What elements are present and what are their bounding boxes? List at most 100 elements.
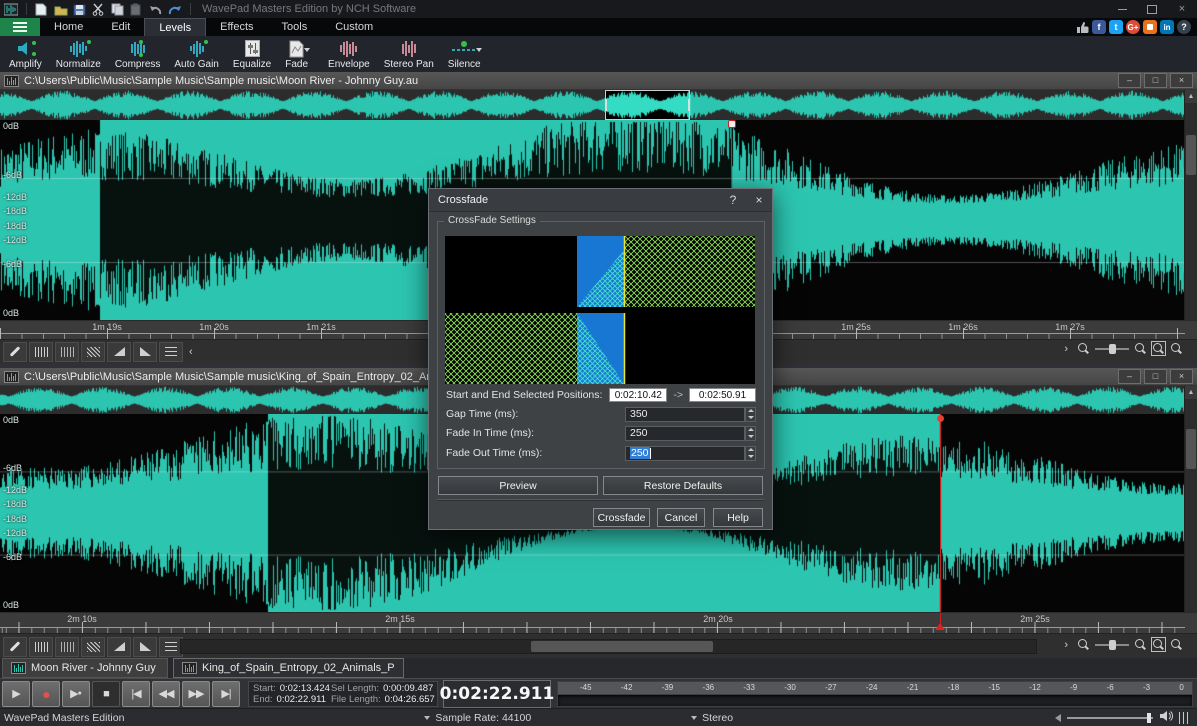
fade-out-tool-icon[interactable] — [133, 342, 157, 362]
fade-out-spinner[interactable] — [745, 446, 756, 461]
track2-playback-cursor[interactable] — [940, 414, 941, 612]
fast-forward-button[interactable]: ▶▶ — [182, 681, 210, 707]
normalize-button[interactable]: Normalize — [49, 38, 108, 72]
file-tab-moon-river[interactable]: Moon River - Johnny Guy — [2, 658, 168, 678]
equalize-button[interactable]: Equalize — [226, 38, 278, 72]
spectrum-view-icon[interactable] — [81, 637, 105, 657]
fade-in-input[interactable]: 250 — [625, 426, 745, 441]
waveform-view-icon[interactable] — [29, 342, 53, 362]
bookmark-list-icon[interactable] — [159, 342, 183, 362]
track2-time-ruler[interactable]: 2m 10s 2m 15s 2m 20s 2m 25s — [0, 612, 1197, 633]
restore-defaults-button[interactable]: Restore Defaults — [603, 476, 763, 495]
zoom-out-icon[interactable] — [1077, 638, 1090, 651]
end-position-input[interactable]: 0:02:50.91 — [689, 388, 756, 402]
undo-icon[interactable] — [149, 3, 163, 16]
auto-gain-button[interactable]: Auto Gain — [167, 38, 225, 72]
play-button[interactable]: ▶ — [2, 681, 30, 707]
skip-to-end-button[interactable]: ▶| — [212, 681, 240, 707]
tab-custom[interactable]: Custom — [321, 18, 387, 36]
track1-viewport-box[interactable] — [605, 90, 690, 120]
track1-close-button[interactable]: × — [1170, 73, 1193, 88]
silence-button[interactable]: Silence — [441, 38, 488, 72]
draw-tool-icon[interactable] — [3, 637, 27, 657]
record-button[interactable]: ● — [32, 681, 60, 707]
track1-overview[interactable]: ▲ — [0, 90, 1197, 120]
fade-out-tool-icon[interactable] — [133, 637, 157, 657]
speaker-icon[interactable] — [1159, 710, 1173, 725]
track1-minimize-button[interactable]: – — [1118, 73, 1141, 88]
dual-waveform-view-icon[interactable] — [55, 637, 79, 657]
window-minimize-button[interactable] — [1107, 1, 1137, 18]
fade-in-tool-icon[interactable] — [107, 637, 131, 657]
tab-edit[interactable]: Edit — [97, 18, 144, 36]
zoom-selection-icon[interactable] — [1152, 342, 1165, 355]
zoom-in-icon[interactable] — [1134, 342, 1147, 355]
track2-hscroll-thumb[interactable] — [531, 641, 713, 652]
track2-cursor-marker[interactable] — [937, 415, 944, 422]
zoom-out-icon[interactable] — [1077, 342, 1090, 355]
track2-minimize-button[interactable]: – — [1118, 369, 1141, 384]
menu-hamburger-button[interactable] — [0, 18, 40, 36]
envelope-button[interactable]: Envelope — [321, 38, 377, 72]
compress-button[interactable]: Compress — [108, 38, 168, 72]
paste-icon[interactable] — [130, 3, 144, 16]
stop-button[interactable]: ■ — [92, 681, 120, 707]
cut-icon[interactable] — [92, 3, 106, 16]
fade-dropdown-caret[interactable] — [304, 48, 310, 52]
zoom-slider[interactable] — [1095, 644, 1129, 646]
track2-close-button[interactable]: × — [1170, 369, 1193, 384]
zoom-in-icon[interactable] — [1134, 638, 1147, 651]
amplify-button[interactable]: Amplify — [2, 38, 49, 72]
silence-dropdown-caret[interactable] — [476, 48, 482, 52]
open-folder-icon[interactable] — [54, 3, 68, 16]
channels-selector[interactable]: Stereo — [691, 712, 733, 724]
fade-out-input[interactable]: 250 — [625, 446, 745, 461]
like-icon[interactable] — [1075, 20, 1089, 34]
crossfade-dialog-title-bar[interactable]: Crossfade ? × — [429, 189, 772, 212]
play-from-cursor-button[interactable]: ▶● — [62, 681, 90, 707]
start-position-input[interactable]: 0:02:10.42 — [609, 388, 667, 402]
volume-slider-thumb[interactable] — [1147, 713, 1151, 723]
track2-scroll-up-button[interactable]: ▲ — [1185, 386, 1197, 399]
window-close-button[interactable]: × — [1167, 1, 1197, 18]
dialog-close-button[interactable]: × — [746, 190, 772, 210]
preview-button[interactable]: Preview — [438, 476, 598, 495]
track2-maximize-button[interactable]: □ — [1144, 369, 1167, 384]
googleplus-icon[interactable]: G+ — [1126, 20, 1140, 34]
stereo-pan-button[interactable]: Stereo Pan — [377, 38, 441, 72]
fade-in-tool-icon[interactable] — [107, 342, 131, 362]
expand-right-icon[interactable]: › — [1064, 343, 1068, 355]
zoom-full-icon[interactable] — [1170, 342, 1183, 355]
fade-in-spinner[interactable] — [745, 426, 756, 441]
help-icon[interactable]: ? — [1177, 20, 1191, 34]
dialog-help-button[interactable]: ? — [720, 190, 746, 210]
twitter-icon[interactable]: t — [1109, 20, 1123, 34]
tab-home[interactable]: Home — [40, 18, 97, 36]
track1-overview-canvas[interactable] — [0, 90, 1185, 120]
redo-icon[interactable] — [168, 3, 182, 16]
tab-levels[interactable]: Levels — [144, 18, 206, 36]
gap-time-input[interactable]: 350 — [625, 407, 745, 422]
help-button[interactable]: Help — [713, 508, 763, 527]
crossfade-button[interactable]: Crossfade — [593, 508, 650, 527]
volume-slider[interactable] — [1067, 717, 1153, 719]
dual-waveform-view-icon[interactable] — [55, 342, 79, 362]
volume-down-icon[interactable] — [1055, 714, 1061, 722]
new-file-icon[interactable] — [35, 3, 49, 16]
zoom-slider[interactable] — [1095, 348, 1129, 350]
track1-cursor-marker[interactable] — [728, 120, 736, 128]
track1-maximize-button[interactable]: □ — [1144, 73, 1167, 88]
fade-button[interactable]: Fade — [278, 38, 315, 72]
spectrum-view-icon[interactable] — [81, 342, 105, 362]
track2-vertical-scrollbar[interactable] — [1186, 429, 1196, 469]
skip-to-start-button[interactable]: |◀ — [122, 681, 150, 707]
track1-vertical-scrollbar[interactable] — [1186, 135, 1196, 175]
share-icon[interactable] — [1143, 20, 1157, 34]
draw-tool-icon[interactable] — [3, 342, 27, 362]
track2-horizontal-scrollbar[interactable] — [180, 639, 1037, 654]
track2-ruler-cursor-triangle[interactable] — [935, 623, 945, 630]
copy-icon[interactable] — [111, 3, 125, 16]
tab-effects[interactable]: Effects — [206, 18, 267, 36]
rewind-button[interactable]: ◀◀ — [152, 681, 180, 707]
expand-right-icon[interactable]: › — [1064, 639, 1068, 651]
